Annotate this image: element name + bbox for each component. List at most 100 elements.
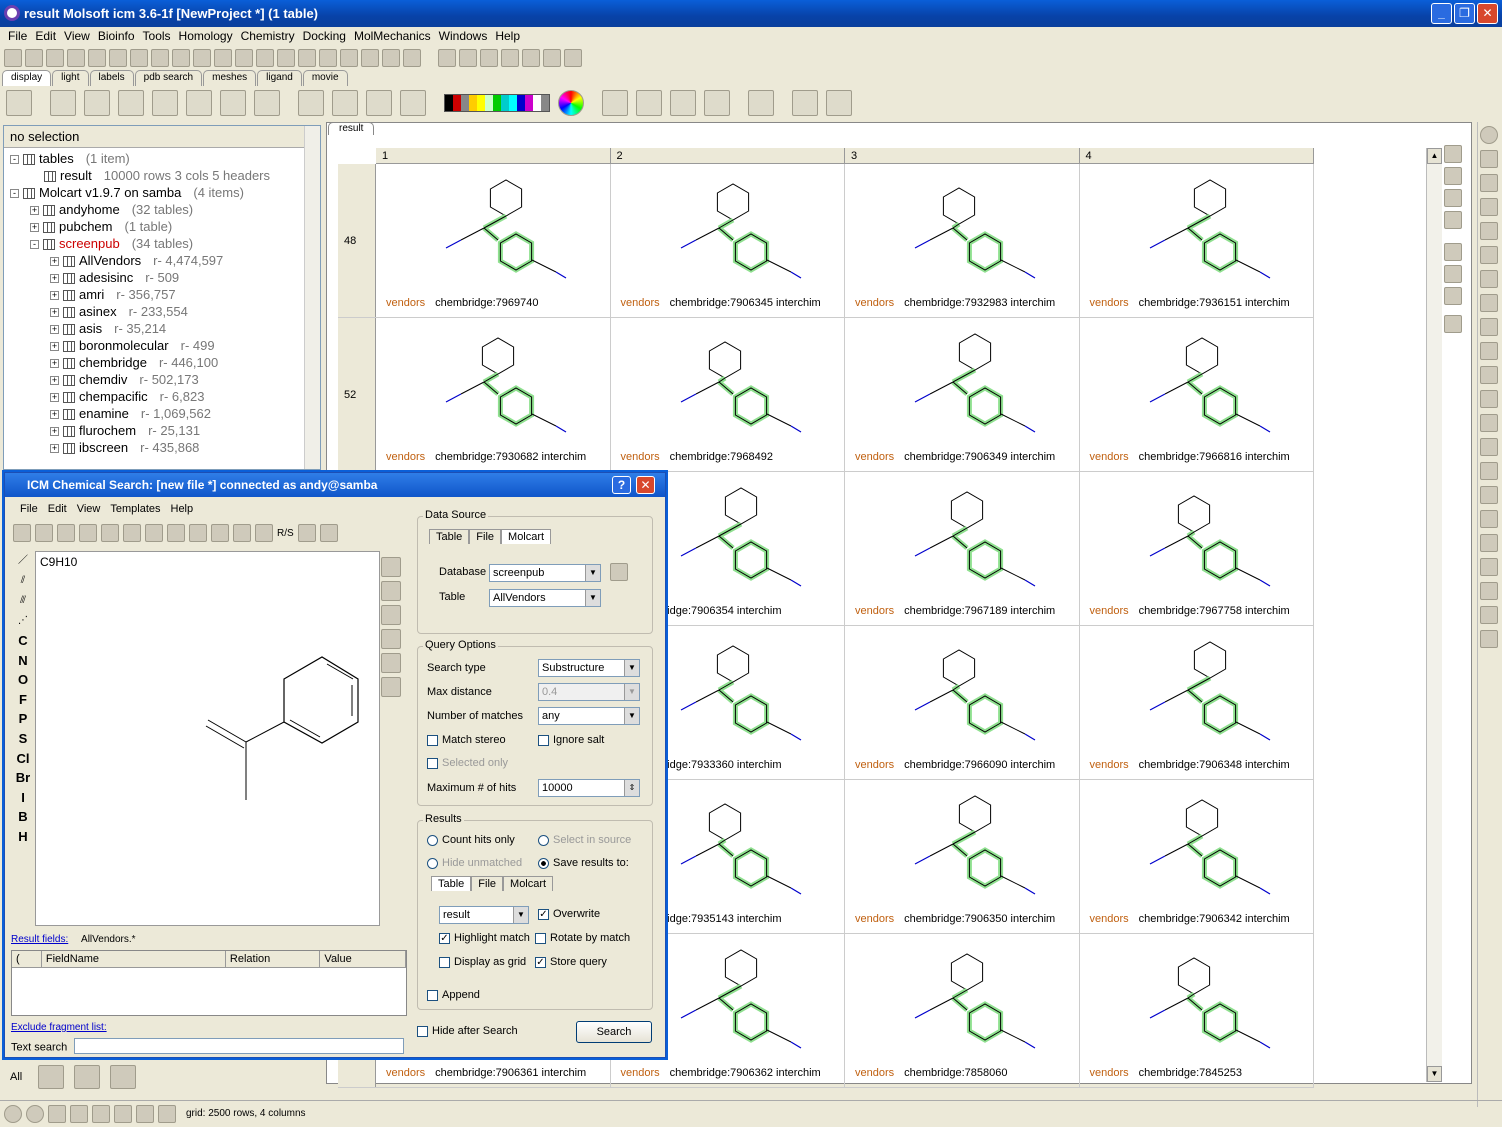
rotate-by-match-checkbox[interactable]: Rotate by match bbox=[535, 932, 630, 944]
surface-icon[interactable] bbox=[382, 49, 400, 67]
expand-icon[interactable]: + bbox=[30, 206, 39, 216]
ball-icon[interactable] bbox=[158, 1104, 176, 1123]
tree-item[interactable]: + chempacific r- 6,823 bbox=[4, 388, 320, 405]
table-select[interactable]: AllVendors ▼ bbox=[489, 589, 601, 607]
help-button[interactable]: ? bbox=[612, 476, 631, 494]
align-left-icon[interactable] bbox=[501, 49, 519, 67]
select-arrow-icon[interactable] bbox=[211, 524, 229, 542]
hand-icon[interactable] bbox=[136, 1104, 154, 1123]
grid-icon[interactable] bbox=[214, 49, 232, 67]
dialog-menu-file[interactable]: File bbox=[15, 503, 43, 515]
expand-icon[interactable]: + bbox=[50, 291, 59, 301]
dialog-menu-templates[interactable]: Templates bbox=[105, 503, 165, 515]
hexagon-icon[interactable] bbox=[1479, 318, 1498, 336]
fit-icon[interactable] bbox=[256, 49, 274, 67]
clear-measure-icon[interactable] bbox=[704, 90, 730, 116]
scroll-up-arrow[interactable]: ▲ bbox=[1427, 148, 1442, 164]
max-hits-spinner[interactable]: 10000 ⇕ bbox=[538, 779, 640, 797]
rotate-icon[interactable] bbox=[826, 90, 852, 116]
workspace-scrollbar[interactable] bbox=[304, 126, 320, 469]
vendors-link[interactable]: vendors bbox=[386, 451, 425, 463]
atom-label-icon[interactable] bbox=[332, 90, 358, 116]
expand-icon[interactable]: + bbox=[50, 427, 59, 437]
pan-icon[interactable] bbox=[1479, 222, 1498, 240]
stop-record-icon[interactable] bbox=[26, 1104, 44, 1123]
fields-table[interactable]: ( FieldName Relation Value bbox=[11, 950, 407, 1016]
menu-homology[interactable]: Homology bbox=[175, 27, 237, 45]
collapse-icon[interactable]: - bbox=[30, 240, 39, 250]
atom-o[interactable]: O bbox=[18, 670, 28, 690]
grid-view-icon[interactable] bbox=[1444, 287, 1462, 305]
tree-item[interactable]: + asinex r- 233,554 bbox=[4, 303, 320, 320]
result-table-select[interactable]: result ▼ bbox=[439, 906, 529, 924]
align-even-icon[interactable] bbox=[543, 49, 561, 67]
grid-cell[interactable]: vendors chembridge:7906345 interchim bbox=[611, 164, 845, 317]
save-sketch-icon[interactable] bbox=[57, 524, 75, 542]
tab-ligand[interactable]: ligand bbox=[257, 70, 302, 86]
tree-item[interactable]: + AllVendors r- 4,474,597 bbox=[4, 252, 320, 269]
save-icon[interactable] bbox=[46, 49, 64, 67]
refresh-icon[interactable] bbox=[1479, 150, 1498, 168]
grid-cell[interactable]: vendors chembridge:7966816 interchim bbox=[1080, 318, 1314, 471]
select-in-source-radio[interactable]: Select in source bbox=[538, 834, 631, 846]
grid-cell[interactable]: vendors chembridge:7906349 interchim bbox=[845, 318, 1080, 471]
sketch-canvas[interactable] bbox=[35, 551, 380, 926]
atom-c[interactable]: C bbox=[18, 631, 27, 651]
heptagon-template-icon[interactable] bbox=[381, 677, 401, 697]
grid-cell[interactable]: vendors chembridge:7969740 bbox=[376, 164, 611, 317]
record-icon[interactable] bbox=[4, 1104, 22, 1123]
print-view-icon[interactable] bbox=[1479, 558, 1498, 576]
vendors-link[interactable]: vendors bbox=[621, 297, 660, 309]
expand-icon[interactable]: + bbox=[50, 376, 59, 386]
text-icon[interactable] bbox=[340, 49, 358, 67]
overwrite-checkbox[interactable]: ✓ Overwrite bbox=[538, 908, 600, 920]
align-right-icon[interactable] bbox=[522, 49, 540, 67]
distance-icon[interactable] bbox=[602, 90, 628, 116]
save-results-radio[interactable]: Save results to: bbox=[538, 857, 629, 869]
wire-icon[interactable] bbox=[298, 49, 316, 67]
vendors-link[interactable]: vendors bbox=[855, 913, 894, 925]
grid-cell[interactable]: vendors chembridge:7967758 interchim bbox=[1080, 472, 1314, 625]
square-template-icon[interactable] bbox=[381, 605, 401, 625]
vendors-link[interactable]: vendors bbox=[855, 297, 894, 309]
expand-icon[interactable]: + bbox=[50, 325, 59, 335]
ribbon-display-icon[interactable] bbox=[220, 90, 246, 116]
height-icon[interactable] bbox=[1479, 390, 1498, 408]
import-icon[interactable] bbox=[1479, 630, 1498, 648]
res-tab-molcart[interactable]: Molcart bbox=[503, 876, 554, 891]
shape-icon[interactable] bbox=[1479, 270, 1498, 288]
expand-icon[interactable]: + bbox=[50, 359, 59, 369]
res-tab-table[interactable]: Table bbox=[431, 876, 472, 891]
close-view-icon[interactable] bbox=[1479, 126, 1498, 144]
variable-label-icon[interactable] bbox=[366, 90, 392, 116]
grid-column-header[interactable]: 3 bbox=[845, 148, 1080, 163]
table-icon[interactable] bbox=[319, 49, 337, 67]
atom-br[interactable]: Br bbox=[16, 768, 30, 788]
fragment-icon[interactable] bbox=[319, 524, 338, 542]
vendors-link[interactable]: vendors bbox=[855, 1067, 894, 1079]
vendors-link[interactable]: vendors bbox=[1090, 759, 1129, 771]
menu-view[interactable]: View bbox=[60, 27, 94, 45]
ds-tab-table[interactable]: Table bbox=[429, 529, 470, 544]
double-bond-icon[interactable]: ⫽ bbox=[21, 571, 25, 591]
dialog-menu-help[interactable]: Help bbox=[166, 503, 199, 515]
wrench-icon[interactable] bbox=[1444, 145, 1462, 163]
grid-cell[interactable]: vendors chembridge:7966090 interchim bbox=[845, 626, 1080, 779]
vendors-link[interactable]: vendors bbox=[386, 297, 425, 309]
expand-icon[interactable]: + bbox=[50, 274, 59, 284]
grid-column-header[interactable]: 4 bbox=[1080, 148, 1314, 163]
tree-item[interactable]: - Molcart v1.9.7 on samba (4 items) bbox=[4, 184, 320, 201]
pdb-icon[interactable] bbox=[130, 49, 148, 67]
panel-icon[interactable] bbox=[48, 1104, 66, 1123]
tab-result[interactable]: result bbox=[328, 122, 375, 135]
stop-icon[interactable] bbox=[1479, 294, 1498, 312]
collapse-icon[interactable]: - bbox=[10, 155, 19, 165]
vendors-link[interactable]: vendors bbox=[621, 451, 660, 463]
skin-display-icon[interactable] bbox=[186, 90, 212, 116]
atom-cl[interactable]: Cl bbox=[17, 749, 30, 769]
collapse-icon[interactable]: - bbox=[10, 189, 19, 199]
vendors-link[interactable]: vendors bbox=[1090, 451, 1129, 463]
color-wheel-icon[interactable] bbox=[558, 90, 584, 116]
atom-b[interactable]: B bbox=[18, 807, 27, 827]
expand-icon[interactable]: + bbox=[50, 410, 59, 420]
